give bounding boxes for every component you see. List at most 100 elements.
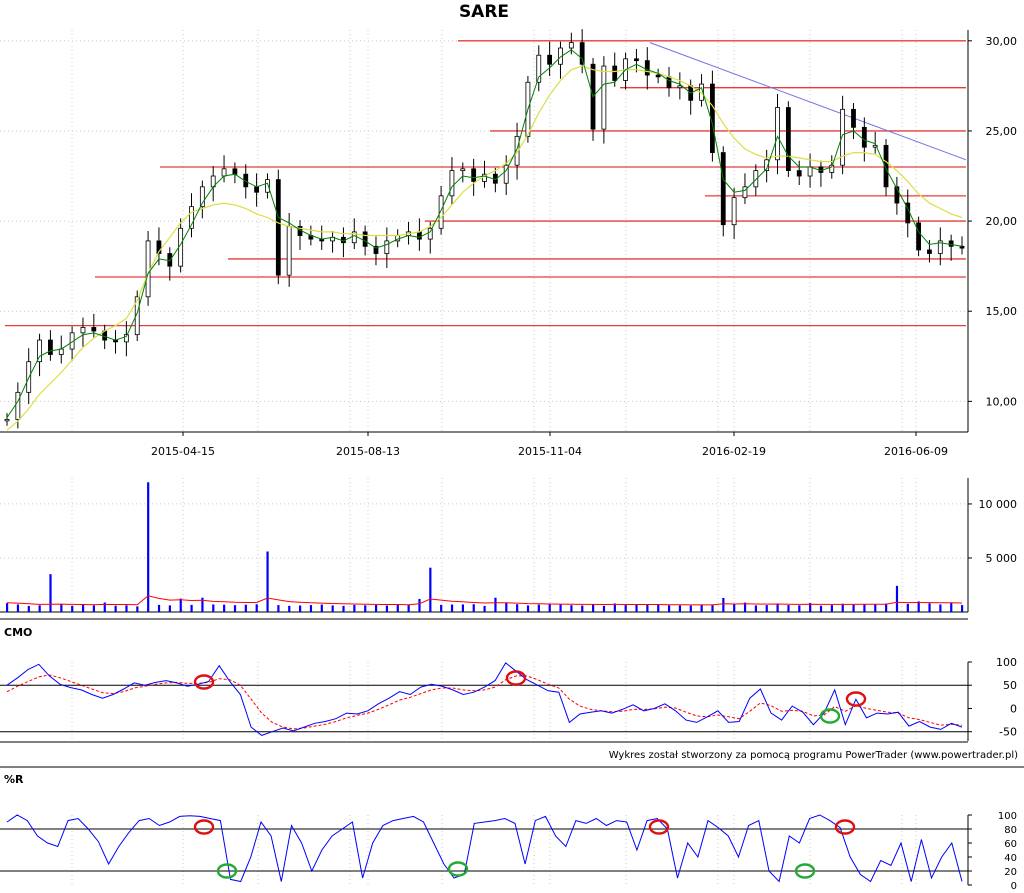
volume-bar (526, 605, 530, 612)
candle-body (861, 126, 867, 148)
wr-y-tick-label: 60 (1004, 839, 1017, 850)
volume-bar (592, 604, 595, 612)
volume-bar (581, 605, 584, 612)
volume-bar (494, 597, 497, 612)
volume-bar (711, 605, 714, 612)
volume-bar (450, 604, 454, 612)
volume-bar (255, 604, 258, 612)
price-y-tick-label: 30,00 (986, 35, 1018, 48)
wr-sell-marker (193, 819, 215, 835)
candle-body (384, 240, 390, 254)
candle-body (91, 327, 97, 332)
volume-bar (385, 605, 389, 612)
volume-bar (212, 604, 215, 612)
volume-bar (895, 585, 899, 612)
candle-body (232, 168, 238, 175)
volume-bar (483, 605, 486, 612)
candle-body (807, 166, 813, 177)
wr-y-tick-label: 40 (1004, 853, 1017, 864)
volume-bar (125, 605, 128, 612)
volume-bar (754, 605, 758, 612)
price-y-tick-label: 15,00 (986, 305, 1018, 318)
volume-bar (179, 598, 182, 612)
cmo-y-tick-label: 0 (1010, 702, 1017, 715)
volume-bar (396, 604, 399, 612)
price-y-tick-label: 20,00 (986, 215, 1018, 228)
volume-bar (60, 604, 63, 612)
volume-bar (16, 604, 20, 612)
volume-bar (114, 605, 117, 612)
volume-bar (928, 603, 931, 612)
candle-body (254, 186, 260, 193)
volume-bar (516, 604, 519, 612)
candle-body (644, 60, 650, 76)
wr-y-tick-label: 20 (1004, 867, 1017, 878)
price-y-tick-label: 10,00 (986, 395, 1018, 408)
volume-bar (537, 604, 540, 612)
volume-bar (852, 604, 855, 612)
volume-bar (27, 605, 30, 612)
volume-bar (374, 604, 378, 612)
cmo-y-tick-label: 100 (996, 656, 1017, 669)
volume-bar (830, 605, 833, 612)
volume-bar (548, 604, 551, 612)
candle-body (449, 170, 455, 197)
volume-bar (722, 597, 725, 612)
volume-bar (559, 604, 562, 612)
trendline (649, 42, 967, 161)
volume-bar (841, 603, 844, 612)
candle-body (58, 348, 64, 355)
candle-body (145, 240, 151, 298)
volume-bar (38, 605, 41, 612)
x-tick-label: 2015-11-04 (518, 445, 582, 458)
volume-bar (92, 605, 96, 612)
candle-body (731, 197, 737, 226)
volume-bar (570, 605, 573, 612)
candle-body (416, 231, 422, 240)
wr-line (6, 814, 963, 883)
volume-bar (440, 604, 443, 612)
candle-body (601, 65, 607, 130)
volume-bar (906, 603, 909, 612)
candle-body (460, 168, 466, 172)
volume-bar (939, 604, 942, 612)
candle-body (221, 168, 227, 177)
candle-body (655, 74, 661, 78)
cmo-y-tick-label: 50 (1003, 679, 1017, 692)
x-tick-label: 2015-08-13 (336, 445, 400, 458)
volume-bar (147, 482, 150, 612)
volume-y-tick-label: 5 000 (986, 552, 1018, 565)
candle-body (48, 339, 53, 355)
price-y-tick-label: 25,00 (986, 125, 1018, 138)
candle-body (547, 54, 553, 65)
volume-bar (787, 605, 790, 612)
volume-bar (885, 603, 888, 612)
volume-bar (244, 604, 247, 612)
volume-bar (81, 604, 85, 612)
volume-bar (950, 602, 953, 612)
candle-body (275, 179, 281, 276)
candle-body (362, 231, 368, 247)
volume-bar (331, 605, 334, 612)
volume-bar (689, 605, 692, 612)
volume-bar (299, 605, 302, 612)
volume-bar (624, 605, 627, 612)
cmo-signal-line (6, 674, 963, 730)
volume-bar (49, 574, 52, 612)
cmo-buy-marker (819, 708, 841, 724)
volume-bar (277, 605, 280, 612)
volume-bar (418, 598, 421, 612)
volume-bar (667, 605, 671, 612)
volume-bar (190, 604, 193, 612)
candle-body (927, 249, 932, 254)
volume-bar (364, 605, 367, 612)
volume-bar (320, 604, 323, 612)
volume-bar (765, 605, 768, 612)
candle-body (80, 327, 86, 334)
volume-bar (733, 604, 736, 612)
volume-bar (700, 604, 703, 612)
volume-bar (407, 605, 410, 612)
volume-bar (819, 605, 823, 612)
volume-bar (602, 605, 606, 612)
wr-y-tick-label: 100 (998, 811, 1017, 822)
